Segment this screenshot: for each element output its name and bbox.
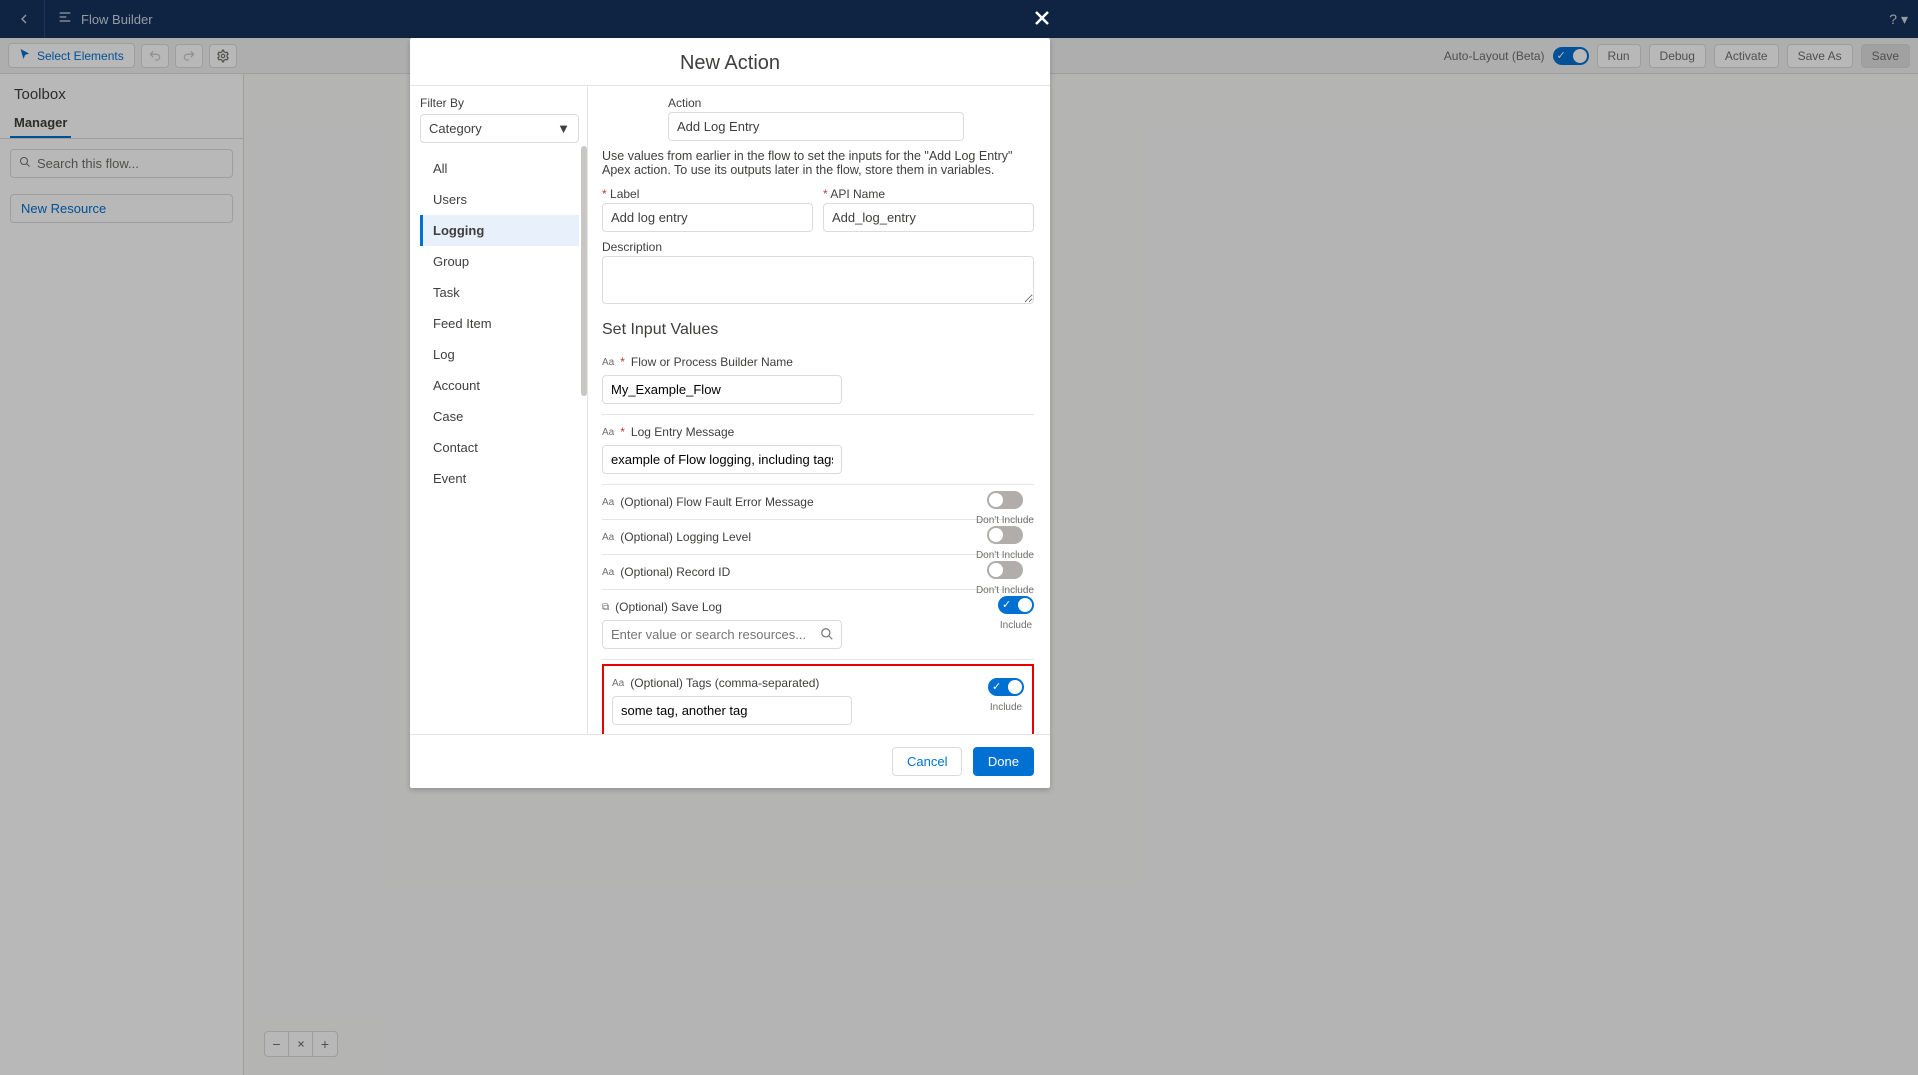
filter-by-label: Filter By (420, 96, 579, 110)
description-label: Description (602, 240, 1034, 254)
set-input-values-heading: Set Input Values (602, 321, 1034, 339)
label-input[interactable] (602, 203, 813, 232)
category-item-task[interactable]: Task (420, 277, 579, 308)
input-tags-label: (Optional) Tags (comma-separated) (630, 676, 819, 690)
input-save-label: (Optional) Save Log (615, 600, 722, 614)
input-tags[interactable] (612, 696, 852, 725)
search-icon (820, 627, 834, 644)
modal-filter-panel: Filter By Category ▼ AllUsersLoggingGrou… (410, 86, 588, 734)
cancel-button[interactable]: Cancel (892, 747, 962, 776)
category-item-account[interactable]: Account (420, 370, 579, 401)
api-name-input[interactable] (823, 203, 1034, 232)
modal-content: Action Use values from earlier in the fl… (588, 86, 1050, 734)
done-button[interactable]: Done (973, 747, 1034, 776)
new-action-modal: New Action Filter By Category ▼ AllUsers… (410, 38, 1050, 788)
category-item-event[interactable]: Event (420, 463, 579, 494)
category-item-users[interactable]: Users (420, 184, 579, 215)
filter-by-select[interactable]: Category ▼ (420, 114, 579, 143)
tags-highlight: Aa (Optional) Tags (comma-separated) Inc… (602, 664, 1034, 734)
toggle-fault[interactable] (987, 491, 1023, 509)
input-fault-label: (Optional) Flow Fault Error Message (620, 495, 813, 509)
category-item-log[interactable]: Log (420, 339, 579, 370)
toggle-save[interactable] (998, 596, 1034, 614)
category-item-all[interactable]: All (420, 153, 579, 184)
input-level-label: (Optional) Logging Level (620, 530, 751, 544)
input-record-label: (Optional) Record ID (620, 565, 730, 579)
label-label: Label (610, 187, 639, 201)
chevron-down-icon: ▼ (557, 121, 570, 136)
input-flow-name[interactable] (602, 375, 842, 404)
toggle-tags[interactable] (988, 678, 1024, 696)
category-item-group[interactable]: Group (420, 246, 579, 277)
input-flow-name-label: Flow or Process Builder Name (631, 355, 793, 369)
input-save[interactable] (602, 620, 842, 649)
input-message[interactable] (602, 445, 842, 474)
category-scrollbar[interactable] (581, 146, 587, 396)
category-item-logging[interactable]: Logging (420, 215, 579, 246)
toggle-record[interactable] (987, 561, 1023, 579)
link-icon: ⧉ (602, 602, 609, 613)
category-item-contact[interactable]: Contact (420, 432, 579, 463)
modal-title: New Action (410, 38, 1050, 86)
instructions-text: Use values from earlier in the flow to s… (602, 149, 1034, 177)
description-input[interactable] (602, 256, 1034, 304)
close-icon[interactable] (1030, 6, 1054, 35)
api-name-label: API Name (830, 187, 885, 201)
input-message-label: Log Entry Message (631, 425, 734, 439)
toggle-level[interactable] (987, 526, 1023, 544)
action-input[interactable] (668, 112, 964, 141)
category-item-case[interactable]: Case (420, 401, 579, 432)
category-item-feed-item[interactable]: Feed Item (420, 308, 579, 339)
modal-footer: Cancel Done (410, 735, 1050, 788)
action-label: Action (668, 96, 964, 110)
